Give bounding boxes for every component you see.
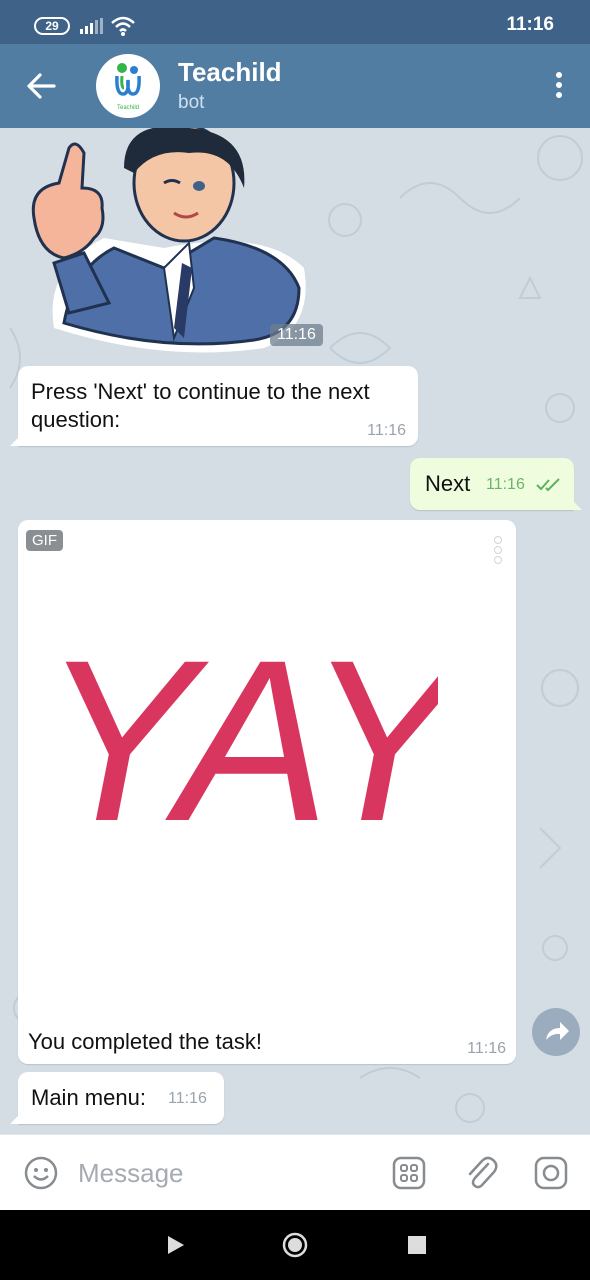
gif-badge: GIF xyxy=(26,530,63,551)
chat-title[interactable]: Teachild xyxy=(178,57,282,88)
message-time: 11:16 xyxy=(367,422,406,439)
message-time: 11:16 xyxy=(486,476,525,493)
chat-header: Teachild Teachild bot xyxy=(0,44,590,128)
message-text: Main menu: xyxy=(31,1085,146,1110)
status-bar: 29 11:16 xyxy=(0,0,590,44)
nav-home-icon[interactable] xyxy=(282,1232,308,1258)
back-arrow-icon[interactable] xyxy=(24,70,58,102)
nav-back-icon[interactable] xyxy=(166,1234,186,1256)
message-input[interactable] xyxy=(78,1153,368,1193)
share-button[interactable] xyxy=(532,1008,580,1056)
attach-icon[interactable] xyxy=(464,1154,498,1192)
gif-loading-icon xyxy=(494,536,502,566)
message-time: 11:16 xyxy=(467,1040,506,1057)
message-text: Next xyxy=(425,471,471,496)
read-checkmarks-icon xyxy=(536,478,560,492)
incoming-message-gif[interactable]: GIF YAY You completed the task! 11:16 xyxy=(18,520,516,1064)
emoji-icon[interactable] xyxy=(24,1156,58,1190)
camera-icon[interactable] xyxy=(534,1156,568,1190)
svg-text:Teachild: Teachild xyxy=(117,105,139,111)
sticker-image xyxy=(31,128,306,353)
incoming-message-menu[interactable]: Main menu: 11:16 xyxy=(10,1072,224,1124)
signal-icon xyxy=(80,18,103,34)
message-composer xyxy=(0,1134,590,1210)
gif-yay-text: YAY xyxy=(58,620,438,860)
incoming-message-prompt[interactable]: Press 'Next' to continue to the next que… xyxy=(10,366,418,446)
bot-keyboard-icon[interactable] xyxy=(392,1156,426,1190)
message-time: 11:16 xyxy=(168,1090,207,1107)
chat-messages[interactable]: 11:16 Press 'Next' to continue to the ne… xyxy=(0,128,590,1134)
nav-recents-icon[interactable] xyxy=(408,1236,426,1254)
gif-image[interactable]: YAY xyxy=(58,620,438,860)
chat-subtitle: bot xyxy=(178,92,205,113)
more-options-icon[interactable] xyxy=(554,72,564,102)
battery-indicator: 29 xyxy=(34,17,70,35)
sticker-thumbs-up[interactable]: 11:16 xyxy=(14,128,323,354)
share-arrow-icon xyxy=(546,1022,569,1040)
bot-avatar[interactable]: Teachild xyxy=(96,54,160,118)
status-time: 11:16 xyxy=(506,14,554,35)
sticker-timestamp: 11:16 xyxy=(270,324,323,346)
gif-caption: You completed the task! xyxy=(28,1029,263,1054)
teachild-logo-icon: Teachild xyxy=(115,63,141,111)
system-nav-bar xyxy=(0,1210,590,1280)
wifi-icon xyxy=(111,16,135,36)
message-text: Press 'Next' to continue to the next que… xyxy=(31,379,370,432)
outgoing-message-next[interactable]: Next 11:16 xyxy=(410,458,582,510)
